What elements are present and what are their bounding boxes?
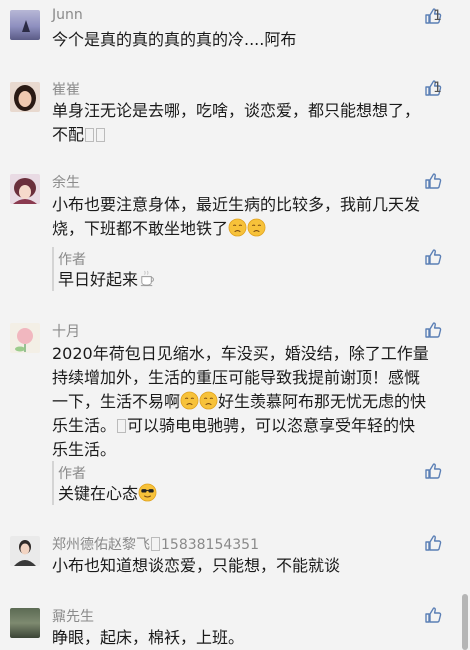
comment-text: 单身汪无论是去哪，吃啥，谈恋爱，都只能想想了， 不配	[52, 101, 421, 144]
avatar[interactable]	[10, 10, 40, 40]
reply-text: 关键在心态	[58, 482, 157, 506]
commenter-name[interactable]: 十月	[52, 321, 80, 341]
thumbs-up-icon[interactable]	[424, 248, 442, 266]
thumbs-up-icon[interactable]	[424, 462, 442, 480]
commenter-name[interactable]: 余生	[52, 172, 80, 192]
commenter-name[interactable]: 郑州德佑赵黎飞 15838154351	[52, 534, 259, 554]
commenter-name[interactable]: 鼐先生	[52, 606, 94, 626]
comment-text: 小布也知道想谈恋爱，只能想，不能就谈	[52, 556, 341, 575]
reply-author-name: 作者	[58, 466, 86, 482]
avatar[interactable]	[10, 82, 40, 112]
thumbs-up-icon[interactable]	[424, 534, 442, 552]
thumbs-up-icon[interactable]	[424, 172, 442, 190]
avatar[interactable]	[10, 174, 40, 204]
reply-text: 早日好起来	[58, 268, 157, 292]
coffee-emoji	[138, 269, 157, 288]
pensive-emoji	[228, 218, 247, 237]
sunglasses-emoji	[138, 483, 157, 502]
commenter-name[interactable]: 崔崔	[52, 79, 80, 99]
pensive-emoji	[247, 218, 266, 237]
comment-text: 2020年荷包日见缩水，车没买，婚没结，除了工作量 持续增加外，生活的重压可能导…	[52, 344, 429, 459]
comment-text: 小布也要注意身体，最近生病的比较多，我前几天发 烧，下班都不敢坐地铁了	[52, 195, 421, 238]
reply-author-name: 作者	[58, 252, 86, 268]
like-count: 1	[433, 80, 442, 96]
comment-text: 睁眼，起床，棉袄，上班。	[52, 628, 245, 647]
pensive-emoji	[199, 391, 218, 410]
author-reply: 作者 关键在心态	[52, 461, 450, 505]
avatar[interactable]	[10, 323, 40, 353]
author-reply: 作者 早日好起来	[52, 247, 450, 291]
comment-text: 今个是真的真的真的真的冷....阿布	[52, 30, 297, 49]
commenter-name[interactable]: Junn	[52, 7, 83, 23]
pensive-emoji	[180, 391, 199, 410]
avatar[interactable]	[10, 536, 40, 566]
scrollbar[interactable]	[462, 594, 468, 650]
thumbs-up-icon[interactable]	[424, 606, 442, 624]
thumbs-up-icon[interactable]	[424, 321, 442, 339]
avatar[interactable]	[10, 608, 40, 638]
like-count: 1	[433, 8, 442, 24]
